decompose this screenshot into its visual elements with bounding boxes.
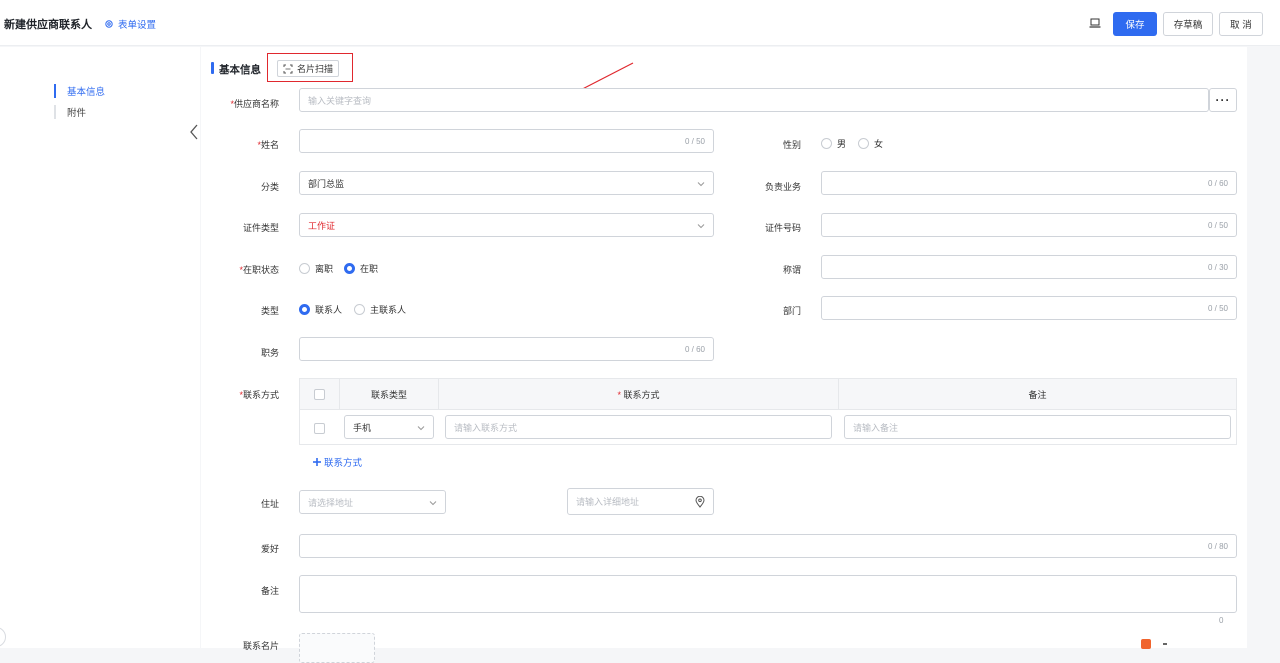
type-option-contact[interactable]: 联系人 bbox=[299, 303, 342, 316]
status-label: *在职状态 bbox=[239, 265, 279, 275]
hobby-label: 爱好 bbox=[260, 544, 279, 554]
section-title: 基本信息 bbox=[219, 64, 261, 76]
address-label: 住址 bbox=[260, 499, 279, 509]
column-header-note: 备注 bbox=[1028, 390, 1047, 400]
app-logo-icon bbox=[1141, 639, 1167, 649]
department-input[interactable]: 0 / 50 bbox=[821, 296, 1237, 320]
position-input[interactable]: 0 / 60 bbox=[299, 337, 714, 361]
supplier-label: *供应商名称 bbox=[230, 99, 279, 109]
form-settings-link[interactable]: 表单设置 bbox=[104, 17, 156, 31]
id-number-input[interactable]: 0 / 50 bbox=[821, 213, 1237, 237]
form-panel: 基本信息 名片扫描 *供应商名称 输入关键字查询 ··· *姓名 0 / 50 … bbox=[201, 47, 1247, 663]
nav-item-basic-info[interactable]: 基本信息 bbox=[54, 84, 105, 98]
plus-icon bbox=[313, 458, 321, 466]
salutation-input[interactable]: 0 / 30 bbox=[821, 255, 1237, 279]
chevron-left-icon[interactable] bbox=[188, 122, 200, 142]
gender-label: 性别 bbox=[782, 140, 801, 150]
business-input[interactable]: 0 / 60 bbox=[821, 171, 1237, 195]
contact-label: *联系方式 bbox=[239, 390, 279, 400]
gender-option-female[interactable]: 女 bbox=[858, 137, 883, 150]
id-type-select[interactable]: 工作证 bbox=[299, 213, 714, 237]
address-region-select[interactable]: 请选择地址 bbox=[299, 490, 446, 514]
type-option-primary-contact[interactable]: 主联系人 bbox=[354, 303, 406, 316]
chevron-down-icon bbox=[417, 426, 425, 431]
supplier-more-button[interactable]: ··· bbox=[1209, 88, 1237, 112]
row-checkbox[interactable] bbox=[314, 423, 325, 434]
category-label: 分类 bbox=[260, 182, 279, 192]
chevron-down-icon bbox=[697, 182, 705, 187]
department-label: 部门 bbox=[782, 306, 801, 316]
contact-type-select[interactable]: 手机 bbox=[344, 415, 434, 439]
form-settings-label: 表单设置 bbox=[118, 20, 157, 31]
contact-value-input[interactable]: 请输入联系方式 bbox=[445, 415, 832, 439]
card-label: 联系名片 bbox=[242, 641, 279, 651]
column-header-type: 联系类型 bbox=[340, 379, 439, 410]
remark-counter: 0 bbox=[1219, 616, 1224, 625]
page-title: 新建供应商联系人 bbox=[4, 19, 92, 31]
save-button[interactable]: 保存 bbox=[1113, 12, 1157, 36]
remark-textarea[interactable] bbox=[299, 575, 1237, 613]
type-label: 类型 bbox=[260, 306, 279, 316]
remark-label: 备注 bbox=[260, 586, 279, 596]
top-bar: 新建供应商联系人 表单设置 保存 存草稿 取 消 bbox=[0, 0, 1280, 46]
gear-icon bbox=[105, 20, 113, 28]
laptop-icon[interactable] bbox=[1089, 17, 1101, 29]
status-option-resigned[interactable]: 离职 bbox=[299, 262, 333, 275]
contact-table-header: 联系类型 * 联系方式 备注 bbox=[300, 379, 1236, 410]
gender-option-male[interactable]: 男 bbox=[821, 137, 846, 150]
card-upload-area[interactable] bbox=[299, 633, 375, 663]
location-pin-icon[interactable] bbox=[695, 496, 705, 508]
name-counter: 0 / 50 bbox=[684, 137, 705, 146]
save-draft-button[interactable]: 存草稿 bbox=[1163, 12, 1213, 36]
chevron-down-icon bbox=[429, 501, 437, 506]
section-nav: 基本信息 附件 bbox=[0, 47, 200, 648]
select-all-checkbox[interactable] bbox=[314, 389, 325, 400]
card-scan-button[interactable]: 名片扫描 bbox=[277, 60, 339, 77]
name-input[interactable]: 0 / 50 bbox=[299, 129, 714, 153]
name-label: *姓名 bbox=[257, 140, 279, 150]
cancel-button[interactable]: 取 消 bbox=[1219, 12, 1263, 36]
section-marker bbox=[211, 62, 214, 74]
column-header-contact: * 联系方式 bbox=[439, 379, 839, 410]
hobby-input[interactable]: 0 / 80 bbox=[299, 534, 1237, 558]
contact-table: 联系类型 * 联系方式 备注 手机 请输入联系方式 请输入备注 bbox=[299, 378, 1237, 445]
scan-icon bbox=[283, 64, 293, 73]
right-gutter bbox=[1247, 47, 1280, 648]
status-option-employed[interactable]: 在职 bbox=[344, 262, 378, 275]
address-detail-input[interactable]: 请输入详细地址 bbox=[567, 488, 714, 515]
card-scan-label: 名片扫描 bbox=[296, 64, 333, 74]
position-label: 职务 bbox=[260, 348, 279, 358]
id-number-label: 证件号码 bbox=[764, 223, 801, 233]
add-contact-method-button[interactable]: 联系方式 bbox=[312, 455, 362, 469]
nav-item-attachments[interactable]: 附件 bbox=[54, 105, 86, 119]
supplier-input[interactable]: 输入关键字查询 bbox=[299, 88, 1209, 112]
id-type-label: 证件类型 bbox=[242, 223, 279, 233]
contact-note-input[interactable]: 请输入备注 bbox=[844, 415, 1231, 439]
floating-handle[interactable] bbox=[0, 627, 6, 647]
category-select[interactable]: 部门总监 bbox=[299, 171, 714, 195]
chevron-down-icon bbox=[697, 224, 705, 229]
business-label: 负责业务 bbox=[764, 182, 801, 192]
salutation-label: 称谓 bbox=[782, 265, 801, 275]
